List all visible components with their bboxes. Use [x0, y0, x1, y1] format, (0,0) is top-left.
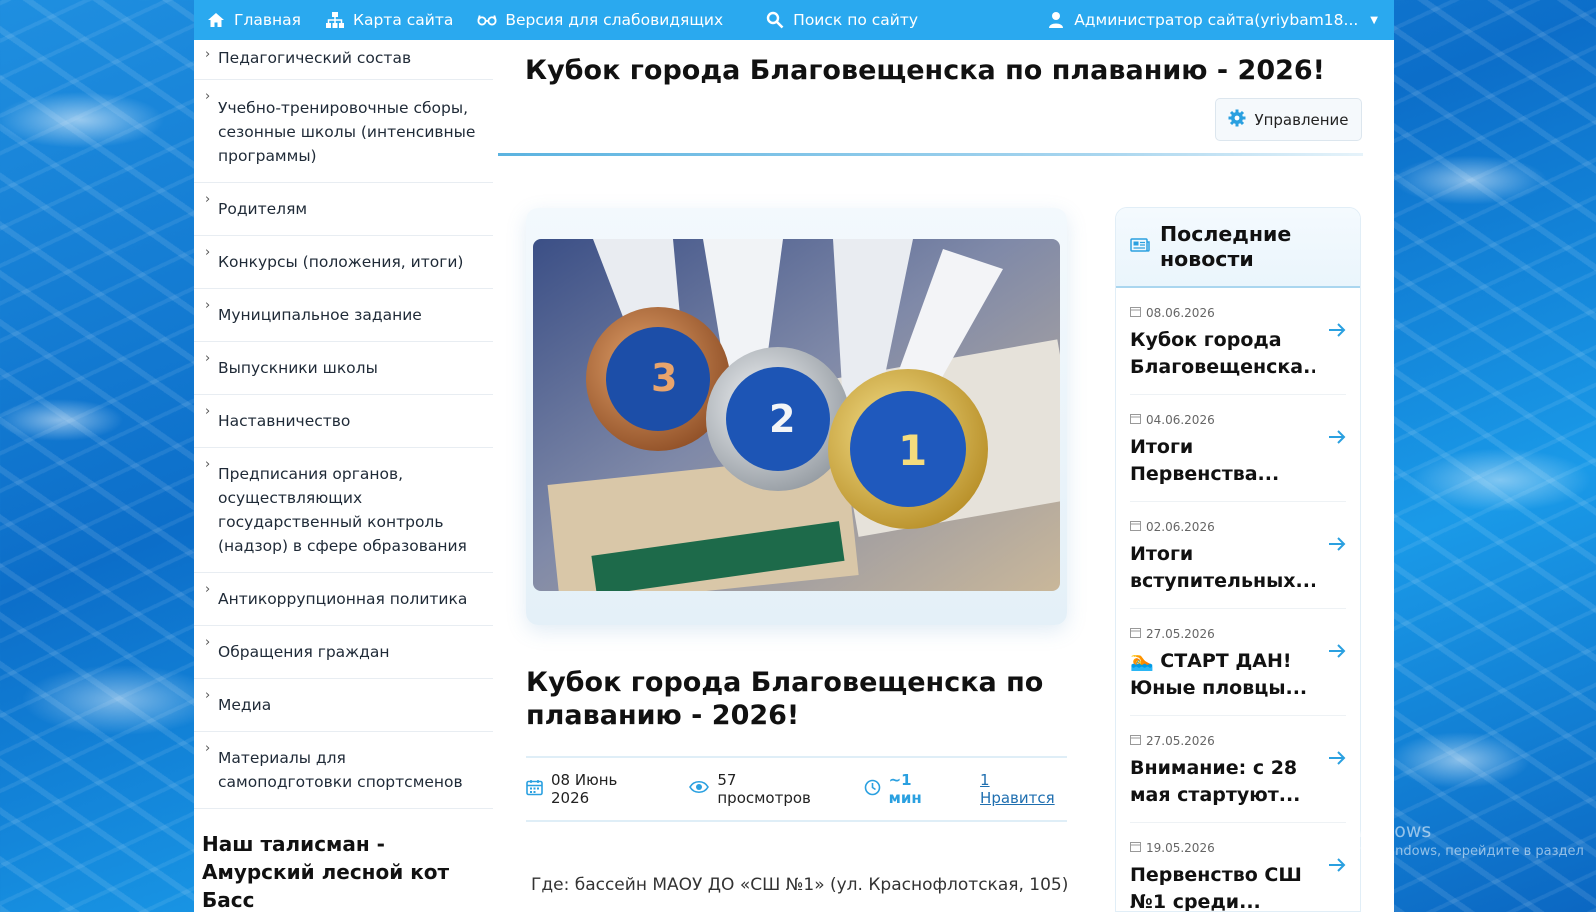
sidebar-item[interactable]: Наставничество [194, 395, 493, 448]
latest-news-header: Последние новости [1116, 208, 1360, 288]
sidebar-item[interactable]: Родителям [194, 183, 493, 236]
sidebar-item[interactable]: Медиа [194, 679, 493, 732]
manage-button-label: Управление [1254, 110, 1349, 129]
news-item[interactable]: 27.05.2026 Внимание: с 28 мая стартуют... [1130, 716, 1346, 823]
news-item[interactable]: 04.06.2026 Итоги Первенства... [1130, 395, 1346, 502]
home-icon [206, 10, 226, 30]
calendar-icon [1130, 306, 1141, 320]
meta-views: 57 просмотров [689, 771, 831, 807]
news-title[interactable]: Первенство СШ №1 среди... [1130, 862, 1315, 911]
calendar-icon [1130, 413, 1141, 427]
sidebar-item[interactable]: Педагогический состав [194, 38, 493, 80]
watermark-line2: Чтобы активировать Windows, перейдите в … [1233, 844, 1584, 859]
news-date-text: 27.05.2026 [1146, 627, 1215, 641]
sidebar-item[interactable]: Материалы для самоподготовки спортсменов [194, 732, 493, 809]
nav-accessible-version[interactable]: Версия для слабовидящих [465, 0, 735, 40]
latest-news-panel: Последние новости 08.06.2026 Кубок города… [1115, 207, 1361, 912]
news-date: 27.05.2026 [1130, 627, 1346, 641]
news-date: 04.06.2026 [1130, 413, 1346, 427]
calendar-icon [1130, 627, 1141, 641]
sidebar: Педагогический состав Учебно-тренировочн… [194, 40, 493, 912]
sidebar-item[interactable]: Муниципальное задание [194, 289, 493, 342]
calendar-icon [1130, 841, 1141, 855]
svg-text:3: 3 [651, 356, 677, 400]
nav-accessible-label: Версия для слабовидящих [505, 11, 724, 29]
sidebar-item[interactable]: Антикоррупционная политика [194, 573, 493, 626]
arrow-right-icon[interactable] [1328, 857, 1346, 877]
arrow-right-icon[interactable] [1328, 750, 1346, 770]
calendar-icon [1130, 734, 1141, 748]
news-title[interactable]: Итоги Первенства... [1130, 434, 1315, 488]
article-meta: 08 Июнь 2026 57 просмотров ~1 мин 1 Нрав… [526, 756, 1067, 822]
windows-activation-watermark: Активация Windows Чтобы активировать Win… [1233, 820, 1584, 859]
news-date-text: 04.06.2026 [1146, 413, 1215, 427]
calendar-icon [526, 779, 543, 800]
news-title[interactable]: 🏊 СТАРТ ДАН! Юные пловцы... [1130, 648, 1315, 702]
main-content: Кубок города Благовещенска по плаванию -… [493, 40, 1394, 912]
admin-menu-label: Администратор сайта(yriybam18... [1074, 11, 1359, 29]
mascot-heading: Наш талисман - Амурский лесной кот Басс [202, 832, 450, 912]
arrow-right-icon[interactable] [1328, 429, 1346, 449]
news-date: 27.05.2026 [1130, 734, 1346, 748]
news-item[interactable]: 02.06.2026 Итоги вступительных... [1130, 502, 1346, 609]
meta-date: 08 Июнь 2026 [526, 771, 657, 807]
article-photo[interactable]: 3 2 1 [533, 239, 1060, 591]
latest-news-title: Последние новости [1160, 222, 1292, 271]
sidebar-item[interactable]: Предписания органов, осуществляющих госу… [194, 448, 493, 573]
news-date: 02.06.2026 [1130, 520, 1346, 534]
nav-home[interactable]: Главная [194, 0, 313, 40]
sitemap-icon [325, 10, 345, 30]
nav-sitemap-label: Карта сайта [352, 11, 454, 29]
svg-text:2: 2 [769, 397, 795, 441]
news-date: 08.06.2026 [1130, 306, 1346, 320]
sidebar-item[interactable]: Выпускники школы [194, 342, 493, 395]
arrow-right-icon[interactable] [1328, 322, 1346, 342]
sidebar-item[interactable]: Учебно-тренировочные сборы, сезонные шко… [194, 80, 493, 183]
medals-photo: 3 2 1 [533, 239, 1060, 591]
nav-home-label: Главная [234, 11, 301, 29]
article-image-card: 3 2 1 [526, 208, 1067, 625]
meta-views-text: 57 просмотров [717, 771, 811, 807]
sidebar-item[interactable]: Конкурсы (положения, итоги) [194, 236, 493, 289]
gear-icon [1228, 109, 1246, 131]
nav-sitemap[interactable]: Карта сайта [313, 0, 465, 40]
article-title: Кубок города Благовещенска по плаванию -… [526, 667, 1044, 731]
svg-text:1: 1 [898, 426, 927, 475]
arrow-right-icon[interactable] [1328, 643, 1346, 663]
news-item[interactable]: 08.06.2026 Кубок города Благовещенска... [1130, 288, 1346, 395]
nav-search[interactable]: Поиск по сайту [753, 0, 930, 40]
news-date-text: 19.05.2026 [1146, 841, 1215, 855]
article-venue: Где: бассейн МАОУ ДО «СШ №1» (ул. Красно… [531, 875, 1069, 895]
like-link[interactable]: 1 Нравится [980, 771, 1067, 807]
manage-button[interactable]: Управление [1215, 98, 1362, 141]
glasses-icon [477, 10, 497, 30]
sidebar-menu: Педагогический состав Учебно-тренировочн… [194, 38, 493, 809]
page-title: Кубок города Благовещенска по плаванию -… [525, 55, 1325, 86]
watermark-line1: Активация Windows [1233, 820, 1432, 842]
news-date-text: 02.06.2026 [1146, 520, 1215, 534]
top-navigation: Главная Карта сайта Версия для слабовидя… [194, 0, 1394, 40]
user-icon [1046, 10, 1066, 30]
clock-icon [864, 779, 881, 800]
search-icon [765, 10, 785, 30]
meta-date-text: 08 Июнь 2026 [551, 771, 618, 807]
calendar-icon [1130, 520, 1141, 534]
eye-icon [689, 780, 710, 798]
caret-down-icon: ▼ [1370, 14, 1378, 26]
news-date-text: 08.06.2026 [1146, 306, 1215, 320]
news-title[interactable]: Итоги вступительных... [1130, 541, 1315, 595]
news-title[interactable]: Кубок города Благовещенска... [1130, 327, 1315, 381]
admin-menu[interactable]: Администратор сайта(yriybam18... ▼ [1034, 0, 1394, 40]
news-date-text: 27.05.2026 [1146, 734, 1215, 748]
title-divider [498, 153, 1363, 156]
newspaper-icon [1130, 237, 1150, 257]
sidebar-item[interactable]: Обращения граждан [194, 626, 493, 679]
arrow-right-icon[interactable] [1328, 536, 1346, 556]
meta-read-time-text: ~1 мин [888, 771, 922, 807]
news-item[interactable]: 27.05.2026 🏊 СТАРТ ДАН! Юные пловцы... [1130, 609, 1346, 716]
news-title[interactable]: Внимание: с 28 мая стартуют... [1130, 755, 1315, 809]
meta-read-time: ~1 мин [864, 771, 948, 807]
nav-search-label: Поиск по сайту [793, 11, 919, 29]
